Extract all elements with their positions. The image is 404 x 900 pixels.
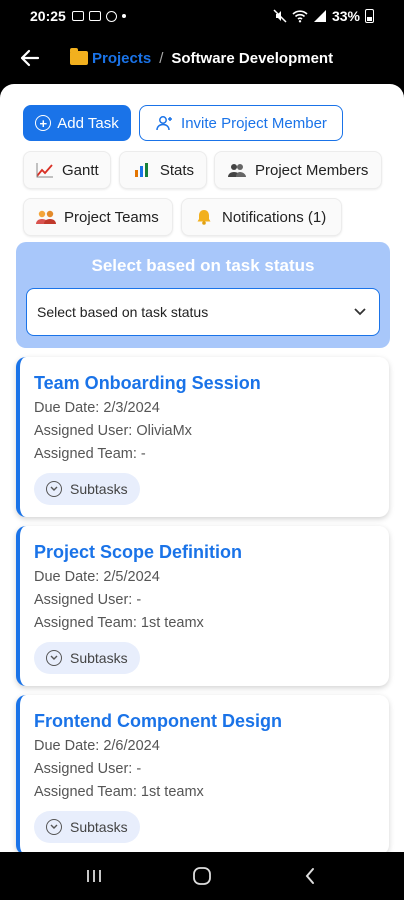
app-header: Projects / Software Development (0, 32, 404, 84)
subtasks-label: Subtasks (70, 650, 128, 666)
task-card[interactable]: Team Onboarding Session Due Date: 2/3/20… (16, 357, 389, 517)
status-filter-panel: Select based on task status Select based… (16, 242, 390, 348)
chart-increasing-icon (36, 162, 54, 178)
status-filter-select[interactable]: Select based on task status (26, 288, 380, 336)
breadcrumb: Projects / Software Development (70, 48, 334, 67)
breadcrumb-parent-label: Projects (92, 49, 152, 67)
gantt-label: Gantt (62, 161, 99, 179)
folder-icon (70, 48, 88, 65)
task-assigned-team: Assigned Team: - (34, 446, 146, 462)
task-assigned-user: Assigned User: OliviaMx (34, 423, 192, 439)
main-content: + Add Task Invite Project Member Gantt S… (0, 84, 404, 852)
mute-icon (273, 9, 287, 23)
battery-percentage: 33% (331, 8, 360, 24)
chevron-down-circle-icon (46, 650, 62, 666)
whatsapp-icon (105, 10, 117, 22)
plus-circle-icon: + (35, 115, 52, 131)
breadcrumb-current: Software Development (171, 49, 334, 67)
subtasks-button[interactable]: Subtasks (34, 811, 140, 843)
status-bar: 20:25 33% (0, 0, 404, 32)
notifications-button[interactable]: Notifications (1) (181, 198, 342, 236)
project-teams-button[interactable]: Project Teams (23, 198, 173, 236)
task-assigned-team: Assigned Team: 1st teamx (34, 615, 204, 631)
task-title[interactable]: Frontend Component Design (34, 711, 282, 732)
chevron-down-circle-icon (46, 481, 62, 497)
project-teams-label: Project Teams (64, 208, 159, 226)
recent-apps-button[interactable] (74, 856, 114, 896)
task-due-date: Due Date: 2/3/2024 (34, 400, 160, 416)
subtasks-label: Subtasks (70, 819, 128, 835)
users-icon (227, 162, 247, 178)
back-button[interactable] (16, 44, 44, 72)
mail-icon (88, 11, 101, 21)
subtasks-label: Subtasks (70, 481, 128, 497)
team-icon (36, 209, 56, 225)
stats-label: Stats (159, 161, 194, 179)
gallery-icon (71, 11, 84, 21)
add-user-icon (156, 116, 173, 131)
task-title[interactable]: Team Onboarding Session (34, 373, 261, 394)
battery-icon (365, 9, 374, 23)
bar-chart-icon (132, 162, 152, 178)
invite-member-button[interactable]: Invite Project Member (139, 105, 343, 141)
system-back-button[interactable] (290, 856, 330, 896)
task-assigned-user: Assigned User: - (34, 592, 142, 608)
task-card[interactable]: Frontend Component Design Due Date: 2/6/… (16, 695, 389, 852)
wifi-icon (292, 10, 308, 23)
more-notifications-icon (121, 14, 126, 18)
task-assigned-team: Assigned Team: 1st teamx (34, 784, 204, 800)
add-task-label: Add Task (57, 114, 119, 132)
recent-apps-icon (87, 870, 101, 882)
notifications-label: Notifications (1) (222, 208, 327, 226)
project-members-label: Project Members (255, 161, 369, 179)
status-time: 20:25 (30, 8, 66, 24)
home-button[interactable] (182, 856, 222, 896)
task-due-date: Due Date: 2/6/2024 (34, 738, 160, 754)
gantt-button[interactable]: Gantt (23, 151, 111, 189)
chevron-down-circle-icon (46, 819, 62, 835)
subtasks-button[interactable]: Subtasks (34, 473, 140, 505)
filter-selected-value: Select based on task status (37, 304, 209, 320)
chevron-down-icon (354, 308, 366, 316)
task-assigned-user: Assigned User: - (34, 761, 142, 777)
subtasks-button[interactable]: Subtasks (34, 642, 140, 674)
stats-button[interactable]: Stats (119, 151, 207, 189)
breadcrumb-separator: / (159, 49, 164, 67)
bell-icon (194, 209, 214, 225)
filter-title: Select based on task status (91, 256, 315, 275)
system-nav-bar (0, 852, 404, 900)
project-members-button[interactable]: Project Members (214, 151, 382, 189)
task-card[interactable]: Project Scope Definition Due Date: 2/5/2… (16, 526, 389, 686)
invite-member-label: Invite Project Member (181, 114, 327, 132)
home-icon (193, 867, 211, 885)
arrow-left-icon (20, 49, 40, 67)
add-task-button[interactable]: + Add Task (23, 105, 131, 141)
signal-icon (313, 10, 326, 22)
task-title[interactable]: Project Scope Definition (34, 542, 242, 563)
chevron-left-icon (305, 868, 314, 884)
breadcrumb-projects-link[interactable]: Projects (70, 48, 152, 67)
task-due-date: Due Date: 2/5/2024 (34, 569, 160, 585)
